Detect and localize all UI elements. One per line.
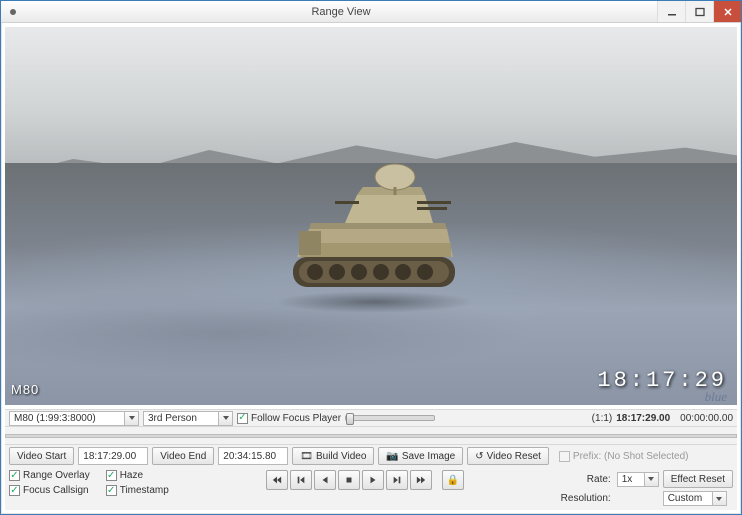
save-image-button[interactable]: 📷 Save Image [378,447,463,465]
timestamp-checkbox[interactable]: Timestamp [106,485,169,496]
step-back-button[interactable] [290,470,312,490]
entity-label-overlay: M80 [11,382,39,397]
camera-dropdown[interactable]: 3rd Person [143,411,233,426]
chevron-down-icon [218,412,232,425]
rate-dropdown[interactable]: 1x [617,472,659,487]
window-buttons [657,1,741,22]
playback-ratio: (1:1) [592,413,613,424]
range-overlay-checkbox[interactable]: Range Overlay [9,470,90,481]
tank-icon [265,157,485,307]
current-time-label: 18:17:29.00 [616,413,670,424]
skip-back-button[interactable] [266,470,288,490]
resolution-dropdown[interactable]: Custom [663,491,727,506]
chevron-down-icon [644,473,658,486]
entity-dropdown[interactable]: M80 (1:99:3:8000) [9,411,139,426]
skip-forward-button[interactable] [410,470,432,490]
close-button[interactable] [713,1,741,22]
titlebar[interactable]: Range View [1,1,741,23]
playback-controls: 🔒 [266,470,464,490]
chevron-down-icon [712,492,726,505]
resolution-label: Resolution: [561,493,613,504]
play-button[interactable] [362,470,384,490]
video-start-button[interactable]: Video Start [9,447,74,465]
chevron-down-icon [124,412,138,425]
follow-focus-checkbox[interactable]: Follow Focus Player [237,413,341,424]
effect-reset-button[interactable]: Effect Reset [663,470,733,488]
bottom-bar: Range Overlay Haze Focus Callsign Timest… [5,467,737,510]
reset-icon: ↺ [475,451,483,462]
stop-button[interactable] [338,470,360,490]
prefix-checkbox: Prefix: (No Shot Selected) [559,451,689,462]
video-reset-button[interactable]: ↺ Video Reset [467,447,549,465]
film-icon: 🎞 [300,451,313,462]
rate-label: Rate: [561,474,613,485]
video-start-input[interactable]: 18:17:29.00 [78,447,148,465]
maximize-button[interactable] [685,1,713,22]
status-bar: M80 (1:99:3:8000) 3rd Person Follow Focu… [5,409,737,427]
video-end-input[interactable]: 20:34:15.80 [218,447,288,465]
haze-checkbox[interactable]: Haze [106,470,169,481]
play-reverse-button[interactable] [314,470,336,490]
lock-icon: 🔒 [447,475,459,486]
range-viewport[interactable]: M80 18:17:29 blue [5,27,737,405]
window-title: Range View [25,6,657,18]
minimize-button[interactable] [657,1,685,22]
follow-slider[interactable] [345,415,435,421]
lock-button[interactable]: 🔒 [442,470,464,490]
build-video-button[interactable]: 🎞 Build Video [292,447,374,465]
app-window: Range View [0,0,742,515]
focus-callsign-checkbox[interactable]: Focus Callsign [9,485,90,496]
video-controls-row: Video Start 18:17:29.00 Video End 20:34:… [5,445,737,467]
step-forward-button[interactable] [386,470,408,490]
camera-icon: 📷 [386,451,398,462]
focus-entity [265,157,485,307]
watermark-text: blue [705,389,727,405]
video-end-button[interactable]: Video End [152,447,214,465]
modified-indicator [1,9,25,15]
elapsed-time-label: 00:00:00.00 [680,413,733,424]
timeline-scrubber[interactable] [5,427,737,445]
